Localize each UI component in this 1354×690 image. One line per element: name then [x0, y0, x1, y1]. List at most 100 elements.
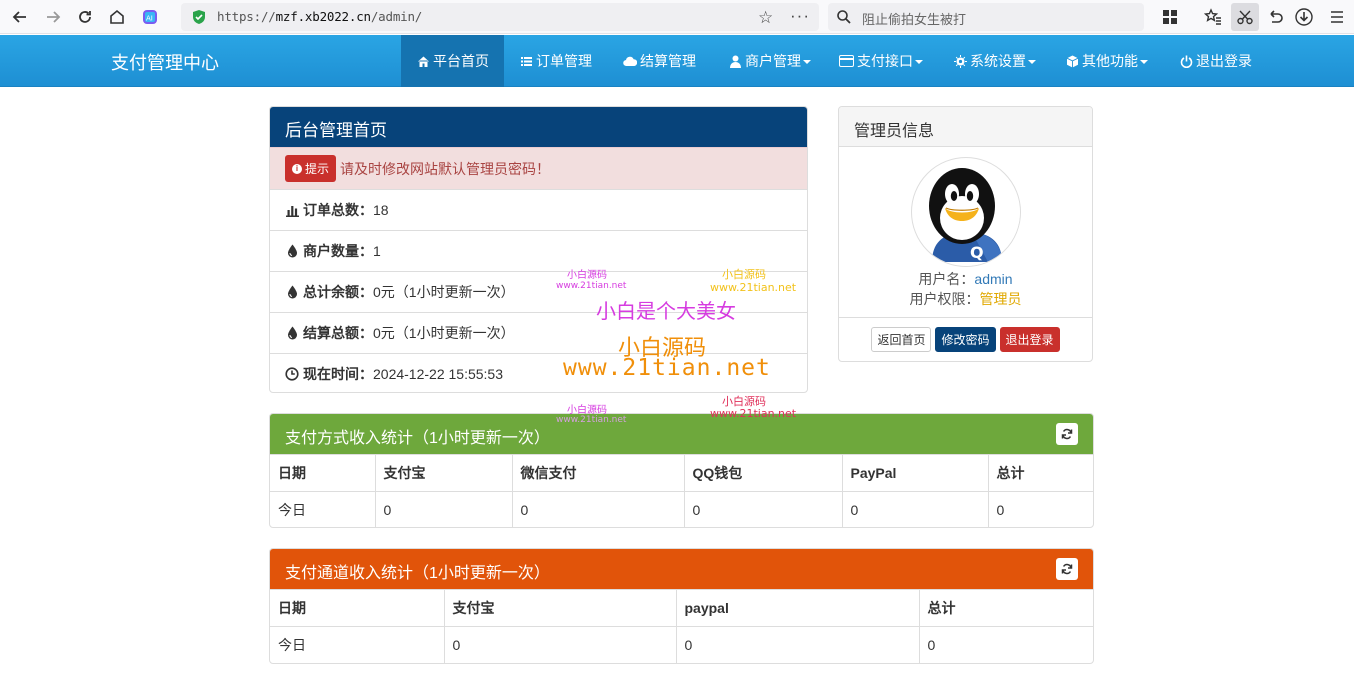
username-label: 用户名：	[918, 271, 975, 287]
pay-method-stats-header: 支付方式收入统计（1小时更新一次）	[270, 414, 1093, 454]
download-icon[interactable]	[1292, 5, 1316, 29]
search-box[interactable]: 阻止偷拍女生被打	[828, 3, 1144, 31]
table-row: 今日 0 0 0 0 0	[270, 491, 1093, 527]
more-icon[interactable]: ···	[790, 6, 810, 26]
user-icon	[728, 54, 742, 68]
chevron-down-icon	[915, 60, 923, 64]
watermark-big-line1: 小白是个大美女	[596, 299, 736, 323]
menu-icon[interactable]	[1325, 5, 1349, 29]
back-home-button[interactable]: 返回首页	[871, 327, 932, 352]
table-cell: 0	[918, 626, 1093, 663]
table-cell: 今日	[270, 491, 376, 527]
undo-icon[interactable]	[1263, 5, 1287, 29]
refresh-icon[interactable]	[1056, 558, 1078, 580]
column-header: 日期	[270, 589, 445, 627]
column-header: QQ钱包	[683, 454, 843, 492]
browser-toolbar: AI https://mzf.xb2022.cn/admin/ ☆ ··· 阻止…	[0, 0, 1354, 34]
column-header: PayPal	[841, 454, 989, 492]
stat-label: 结算总额：	[303, 325, 373, 341]
username-line: 用户名：admin	[839, 269, 1092, 289]
home-icon	[416, 54, 430, 68]
brand-title[interactable]: 支付管理中心	[111, 49, 219, 75]
column-header: 总计	[987, 454, 1093, 492]
column-header: 支付宝	[443, 589, 677, 627]
nav-label: 退出登录	[1196, 53, 1252, 69]
avatar: Q	[911, 157, 1021, 267]
bookmark-star-icon[interactable]: ☆	[758, 8, 773, 28]
pay-channel-stats-title: 支付通道收入统计（1小时更新一次）	[285, 565, 550, 582]
svg-text:Q: Q	[970, 243, 984, 262]
address-bar[interactable]: https://mzf.xb2022.cn/admin/ ☆ ···	[181, 3, 819, 31]
table-cell: 0	[511, 491, 685, 527]
favorites-icon[interactable]	[1201, 5, 1225, 29]
column-header: paypal	[675, 589, 920, 627]
pay-method-stats-title: 支付方式收入统计（1小时更新一次）	[285, 430, 550, 447]
watermark-small: 小白源码	[567, 405, 607, 416]
gear-icon	[953, 54, 967, 68]
role-label: 用户权限：	[909, 291, 980, 307]
nav-label: 支付接口	[857, 53, 913, 69]
alert-text: 请及时修改网站默认管理员密码！	[340, 160, 551, 177]
pay-method-stats-panel: 支付方式收入统计（1小时更新一次） 日期 支付宝 微信支付 QQ钱包 PayPa…	[269, 413, 1094, 528]
watermark-small-url: www.21tian.net	[556, 281, 627, 291]
bar-chart-icon	[285, 203, 299, 217]
scissors-icon[interactable]	[1231, 3, 1259, 31]
pay-channel-stats-panel: 支付通道收入统计（1小时更新一次） 日期 支付宝 paypal 总计 今日 0 …	[269, 548, 1094, 664]
ai-extension-icon[interactable]: AI	[138, 5, 162, 29]
nav-label: 其他功能	[1082, 53, 1138, 69]
search-icon	[837, 10, 851, 24]
tint-icon	[285, 326, 299, 340]
nav-settlement[interactable]: 结算管理	[623, 35, 696, 87]
watermark-small: 小白源码	[567, 270, 607, 281]
table-cell: 0	[841, 491, 989, 527]
table-cell: 0	[443, 626, 677, 663]
table-cell: 今日	[270, 626, 445, 663]
tint-icon	[285, 285, 299, 299]
nav-logout[interactable]: 退出登录	[1179, 35, 1252, 87]
tint-icon	[285, 244, 299, 258]
home-page-icon[interactable]	[105, 5, 129, 29]
role-line: 用户权限：管理员	[839, 289, 1092, 309]
watermark-small-url: www.21tian.net	[710, 281, 797, 294]
cube-icon	[1065, 54, 1079, 68]
clock-icon	[285, 367, 299, 381]
list-icon	[519, 54, 533, 68]
nav-merchants[interactable]: 商户管理	[728, 35, 811, 87]
column-header: 总计	[918, 589, 1093, 627]
nav-other-features[interactable]: 其他功能	[1065, 35, 1148, 87]
logout-button[interactable]: 退出登录	[999, 327, 1060, 352]
pay-method-table: 日期 支付宝 微信支付 QQ钱包 PayPal 总计 今日 0 0 0 0 0	[270, 454, 1093, 527]
table-header-row: 日期 支付宝 paypal 总计	[270, 589, 1093, 627]
forward-icon[interactable]	[41, 5, 65, 29]
credit-card-icon	[838, 54, 854, 68]
stat-label: 商户数量：	[303, 243, 373, 259]
table-cell: 0	[675, 626, 920, 663]
top-navbar: 支付管理中心 平台首页 订单管理 结算管理 商户管理 支付接口 系统设置 其他功…	[0, 35, 1354, 87]
change-password-button[interactable]: 修改密码	[935, 327, 996, 352]
stat-label: 总计余额：	[303, 284, 373, 300]
cloud-icon	[623, 54, 637, 68]
chevron-down-icon	[1028, 60, 1036, 64]
nav-orders[interactable]: 订单管理	[519, 35, 592, 87]
svg-text:AI: AI	[146, 15, 153, 23]
pay-channel-stats-header: 支付通道收入统计（1小时更新一次）	[270, 549, 1093, 589]
stat-value: 0元（1小时更新一次）	[373, 284, 515, 300]
list-item: 商户数量： 1	[270, 230, 807, 271]
info-icon: i	[292, 163, 302, 174]
penguin-avatar-icon: Q	[914, 160, 1020, 266]
grid-apps-icon[interactable]	[1158, 5, 1182, 29]
stat-value: 1	[373, 243, 381, 259]
nav-payment-api[interactable]: 支付接口	[838, 35, 923, 87]
chevron-down-icon	[1140, 60, 1148, 64]
reload-icon[interactable]	[73, 5, 97, 29]
nav-home[interactable]: 平台首页	[401, 35, 504, 87]
table-row: 今日 0 0 0	[270, 626, 1093, 663]
back-icon[interactable]	[8, 5, 32, 29]
watermark-small: 小白源码	[722, 268, 766, 281]
nav-system-settings[interactable]: 系统设置	[953, 35, 1036, 87]
watermark-small-url: www.21tian.net	[556, 415, 627, 425]
refresh-icon[interactable]	[1056, 423, 1078, 445]
nav-label: 订单管理	[536, 53, 592, 69]
alert-tag-label: 提示	[305, 162, 330, 176]
pay-channel-table: 日期 支付宝 paypal 总计 今日 0 0 0	[270, 589, 1093, 663]
